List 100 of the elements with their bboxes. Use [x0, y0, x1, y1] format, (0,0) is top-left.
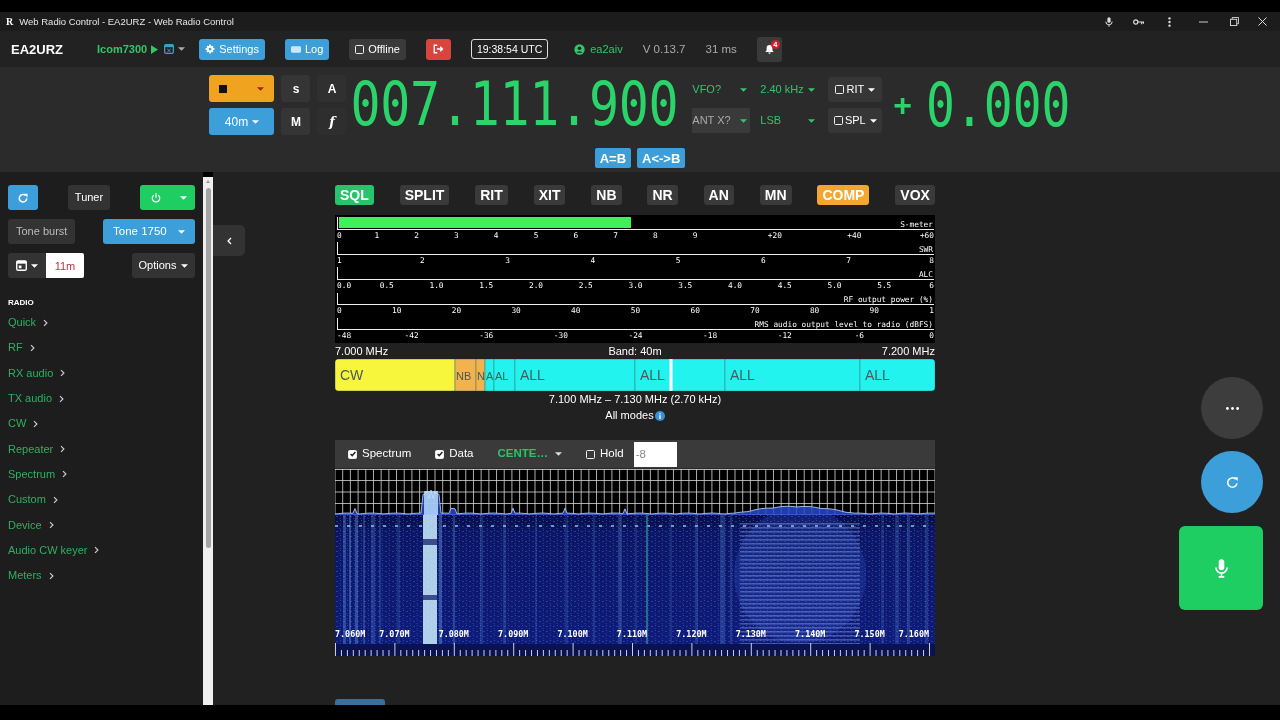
frequency-label: 7.110M — [616, 629, 648, 640]
caret-icon[interactable] — [178, 47, 186, 51]
span-mode-dropdown[interactable]: CENTE… — [497, 448, 562, 460]
frequency-label: 7.080M — [438, 629, 469, 640]
feature-toggle[interactable]: NB — [591, 185, 622, 205]
play-icon[interactable] — [151, 44, 159, 54]
feature-toggle[interactable]: MN — [759, 185, 792, 205]
feature-toggle[interactable]: RIT — [475, 185, 508, 205]
band-segment[interactable] — [859, 359, 935, 391]
utc-clock: 19:38:54 UTC — [470, 38, 549, 60]
segment-label: N — [477, 370, 485, 382]
station-callsign: EA2URZ — [11, 41, 63, 57]
offset-display: 0.000 — [926, 75, 1071, 135]
square-icon — [219, 84, 228, 93]
logout-button[interactable] — [425, 38, 451, 60]
sidebar-item[interactable]: Quick — [8, 310, 49, 336]
latency-label: 31 ms — [705, 43, 737, 55]
feature-toggle[interactable]: SPLIT — [399, 185, 450, 205]
microphone-icon — [1214, 558, 1228, 578]
caret-icon — [808, 87, 816, 92]
offline-toggle[interactable]: Offline — [349, 38, 406, 60]
feature-toggle[interactable]: NR — [647, 185, 678, 205]
checkbox[interactable] — [586, 449, 595, 459]
antenna-select[interactable]: ANT X? — [692, 108, 751, 133]
segment-label: ALL — [520, 367, 545, 383]
segment-label: ALL — [730, 367, 755, 383]
caret-icon — [181, 263, 189, 268]
refresh-button[interactable] — [8, 185, 38, 210]
checkbox[interactable] — [833, 116, 843, 125]
checkbox[interactable] — [835, 85, 845, 94]
hold-toggle[interactable]: Hold — [586, 448, 624, 460]
sidebar-item[interactable]: RF — [8, 335, 35, 361]
offset-sign: + — [893, 89, 912, 121]
sidebar-item[interactable]: Device — [8, 512, 54, 538]
caret-icon — [252, 119, 260, 124]
segment-label: NB — [456, 370, 472, 382]
feature-toggle[interactable]: AN — [703, 185, 734, 205]
sidebar-item[interactable]: TX audio — [8, 385, 65, 412]
calendar-icon[interactable] — [164, 44, 175, 54]
spectrum-toggle[interactable]: Spectrum — [348, 448, 412, 460]
sidebar-item[interactable]: Custom — [8, 487, 58, 513]
caret-icon — [31, 263, 38, 268]
bell-icon — [763, 43, 775, 55]
band-segment[interactable] — [475, 359, 486, 391]
info-icon[interactable] — [654, 410, 665, 421]
a-button[interactable]: A — [317, 75, 347, 102]
s-button[interactable]: s — [281, 75, 311, 102]
reference-level-field[interactable]: -8 — [633, 441, 677, 467]
band-segment[interactable] — [634, 359, 726, 391]
sidebar-item[interactable]: Meters — [8, 562, 54, 589]
scrollbar[interactable] — [203, 177, 213, 705]
section-heading: RADIO — [8, 298, 34, 308]
gear-icon — [205, 44, 216, 54]
checkbox[interactable] — [355, 44, 365, 54]
rit-toggle[interactable]: RIT — [828, 77, 883, 102]
caret-icon — [178, 229, 185, 234]
sign-out-icon — [432, 43, 445, 55]
feature-toggle[interactable]: VOX — [895, 185, 935, 205]
data-toggle[interactable]: Data — [435, 448, 474, 460]
checkbox[interactable] — [348, 449, 357, 459]
caret-icon — [808, 118, 816, 123]
sidebar-item[interactable]: Audio CW keyer — [8, 537, 100, 563]
sidebar-item[interactable]: CW — [8, 411, 39, 437]
mode-select[interactable]: LSB — [760, 108, 819, 133]
sidebar-item[interactable]: Repeater — [8, 436, 66, 462]
tone-burst-button[interactable]: Tone burst — [8, 219, 76, 244]
segment-range: 7.100 MHz – 7.130 MHz (2.70 kHz) — [548, 393, 722, 406]
filter-select[interactable]: 2.40 kHz — [760, 77, 819, 102]
memory-field[interactable]: 11m — [46, 253, 84, 278]
close-icon[interactable] — [1258, 17, 1267, 26]
segment-modes: All modes — [605, 409, 654, 422]
version-label: V 0.13.7 — [642, 43, 686, 55]
frequency-label: 7.060M — [335, 629, 366, 640]
caret-icon — [868, 87, 876, 92]
key-icon[interactable] — [1133, 17, 1144, 26]
radio-name[interactable]: Icom7300 — [97, 43, 148, 55]
segment-label: ALL — [640, 367, 665, 383]
minimize-icon[interactable] — [1199, 20, 1208, 23]
sidebar-item[interactable]: RX audio — [8, 360, 66, 386]
caret-icon — [257, 86, 265, 91]
vfo-select[interactable]: VFO? — [692, 77, 751, 102]
checkbox[interactable] — [435, 449, 445, 459]
frequency-label: 7.100M — [557, 629, 588, 640]
tuner-button[interactable]: Tuner — [67, 185, 111, 210]
segment-label: A — [486, 370, 494, 382]
m-button[interactable]: M — [281, 108, 311, 135]
microphone-icon[interactable] — [1105, 16, 1113, 27]
dropdown-button[interactable] — [209, 75, 275, 102]
options-dropdown[interactable]: Options — [132, 253, 195, 278]
chevron-left-icon — [226, 236, 232, 245]
sidebar-item[interactable]: Spectrum — [8, 461, 68, 488]
memory-dropdown[interactable] — [8, 253, 46, 278]
menu-icon[interactable] — [1168, 16, 1171, 27]
feature-toggle[interactable]: XIT — [533, 185, 566, 205]
segment-label: AL — [495, 370, 509, 382]
power-icon — [150, 191, 162, 204]
username[interactable]: ea2aiv — [590, 43, 623, 55]
spl-toggle[interactable]: SPL — [828, 108, 883, 133]
caret-icon — [555, 452, 562, 456]
restore-icon[interactable] — [1230, 17, 1239, 26]
